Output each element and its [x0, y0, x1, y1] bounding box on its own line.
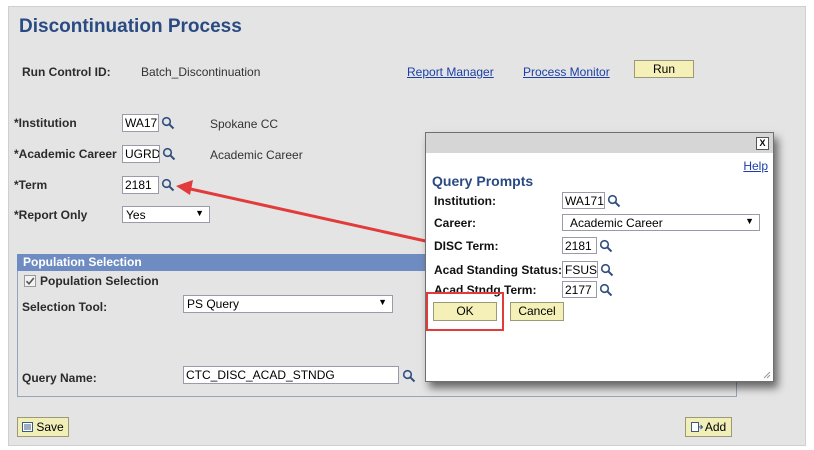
resize-grip-icon[interactable] — [763, 371, 771, 379]
selection-tool-value: PS Query — [187, 297, 240, 311]
selection-tool-select[interactable]: PS Query ▼ — [183, 295, 393, 313]
report-manager-link[interactable]: Report Manager — [407, 65, 494, 79]
dlg-acad-term-field[interactable]: 2177 — [562, 281, 597, 298]
career-description: Academic Career — [210, 148, 303, 162]
query-name-field[interactable]: CTC_DISC_ACAD_STNDG — [183, 366, 399, 384]
save-icon — [22, 422, 34, 432]
dlg-institution-lookup-icon[interactable] — [607, 194, 621, 208]
dlg-disc-term-lookup-icon[interactable] — [599, 239, 613, 253]
run-button[interactable]: Run — [634, 60, 694, 78]
dlg-institution-field[interactable]: WA171 — [562, 192, 605, 209]
population-checkbox-label: Population Selection — [40, 274, 159, 288]
query-name-label: Query Name: — [22, 371, 97, 385]
report-only-label: *Report Only — [14, 208, 88, 222]
process-monitor-link[interactable]: Process Monitor — [523, 65, 610, 79]
add-icon — [690, 422, 704, 432]
dlg-disc-term-field[interactable]: 2181 — [562, 237, 597, 254]
close-icon[interactable]: X — [756, 137, 769, 150]
dlg-career-select[interactable]: Academic Career ▼ — [562, 214, 760, 231]
institution-field[interactable]: WA171 — [122, 114, 159, 132]
query-lookup-icon[interactable] — [402, 369, 416, 383]
population-checkbox[interactable] — [24, 275, 36, 287]
dlg-acad-status-label: Acad Standing Status: — [434, 263, 563, 277]
report-only-value: Yes — [126, 208, 146, 222]
institution-description: Spokane CC — [210, 117, 279, 131]
dlg-acad-term-lookup-icon[interactable] — [599, 283, 613, 297]
help-link[interactable]: Help — [743, 159, 768, 173]
add-label: Add — [704, 420, 727, 434]
dlg-disc-term-label: DISC Term: — [434, 239, 499, 253]
selection-tool-label: Selection Tool: — [22, 300, 108, 314]
dlg-career-label: Career: — [434, 216, 477, 230]
term-field[interactable]: 2181 — [122, 176, 159, 194]
dialog-title: Query Prompts — [432, 173, 534, 189]
query-prompts-dialog: X Help Query Prompts Institution: WA171 … — [425, 132, 774, 382]
dialog-titlebar: X — [426, 133, 773, 153]
career-label: *Academic Career — [14, 147, 117, 161]
dlg-career-value: Academic Career — [570, 216, 663, 230]
report-only-select[interactable]: Yes ▼ — [122, 206, 210, 223]
career-lookup-icon[interactable] — [162, 147, 176, 161]
save-label: Save — [36, 420, 64, 434]
chevron-down-icon: ▼ — [195, 208, 204, 218]
dlg-acad-status-lookup-icon[interactable] — [600, 263, 614, 277]
run-control-value: Batch_Discontinuation — [141, 65, 261, 79]
cancel-button[interactable]: Cancel — [510, 302, 564, 321]
run-control-label: Run Control ID: — [22, 65, 111, 79]
dlg-acad-status-field[interactable]: FSUS — [562, 261, 598, 278]
chevron-down-icon: ▼ — [745, 216, 754, 226]
save-button[interactable]: Save — [17, 417, 69, 437]
institution-lookup-icon[interactable] — [161, 116, 175, 130]
term-lookup-icon[interactable] — [161, 178, 175, 192]
dlg-institution-label: Institution: — [434, 194, 496, 208]
term-label: *Term — [14, 178, 48, 192]
ok-highlight-box — [426, 292, 504, 331]
career-field[interactable]: UGRD — [122, 145, 160, 163]
chevron-down-icon: ▼ — [378, 297, 387, 307]
institution-label: *Institution — [14, 116, 77, 130]
page-title: Discontinuation Process — [19, 16, 242, 37]
add-button[interactable]: Add — [685, 417, 732, 437]
